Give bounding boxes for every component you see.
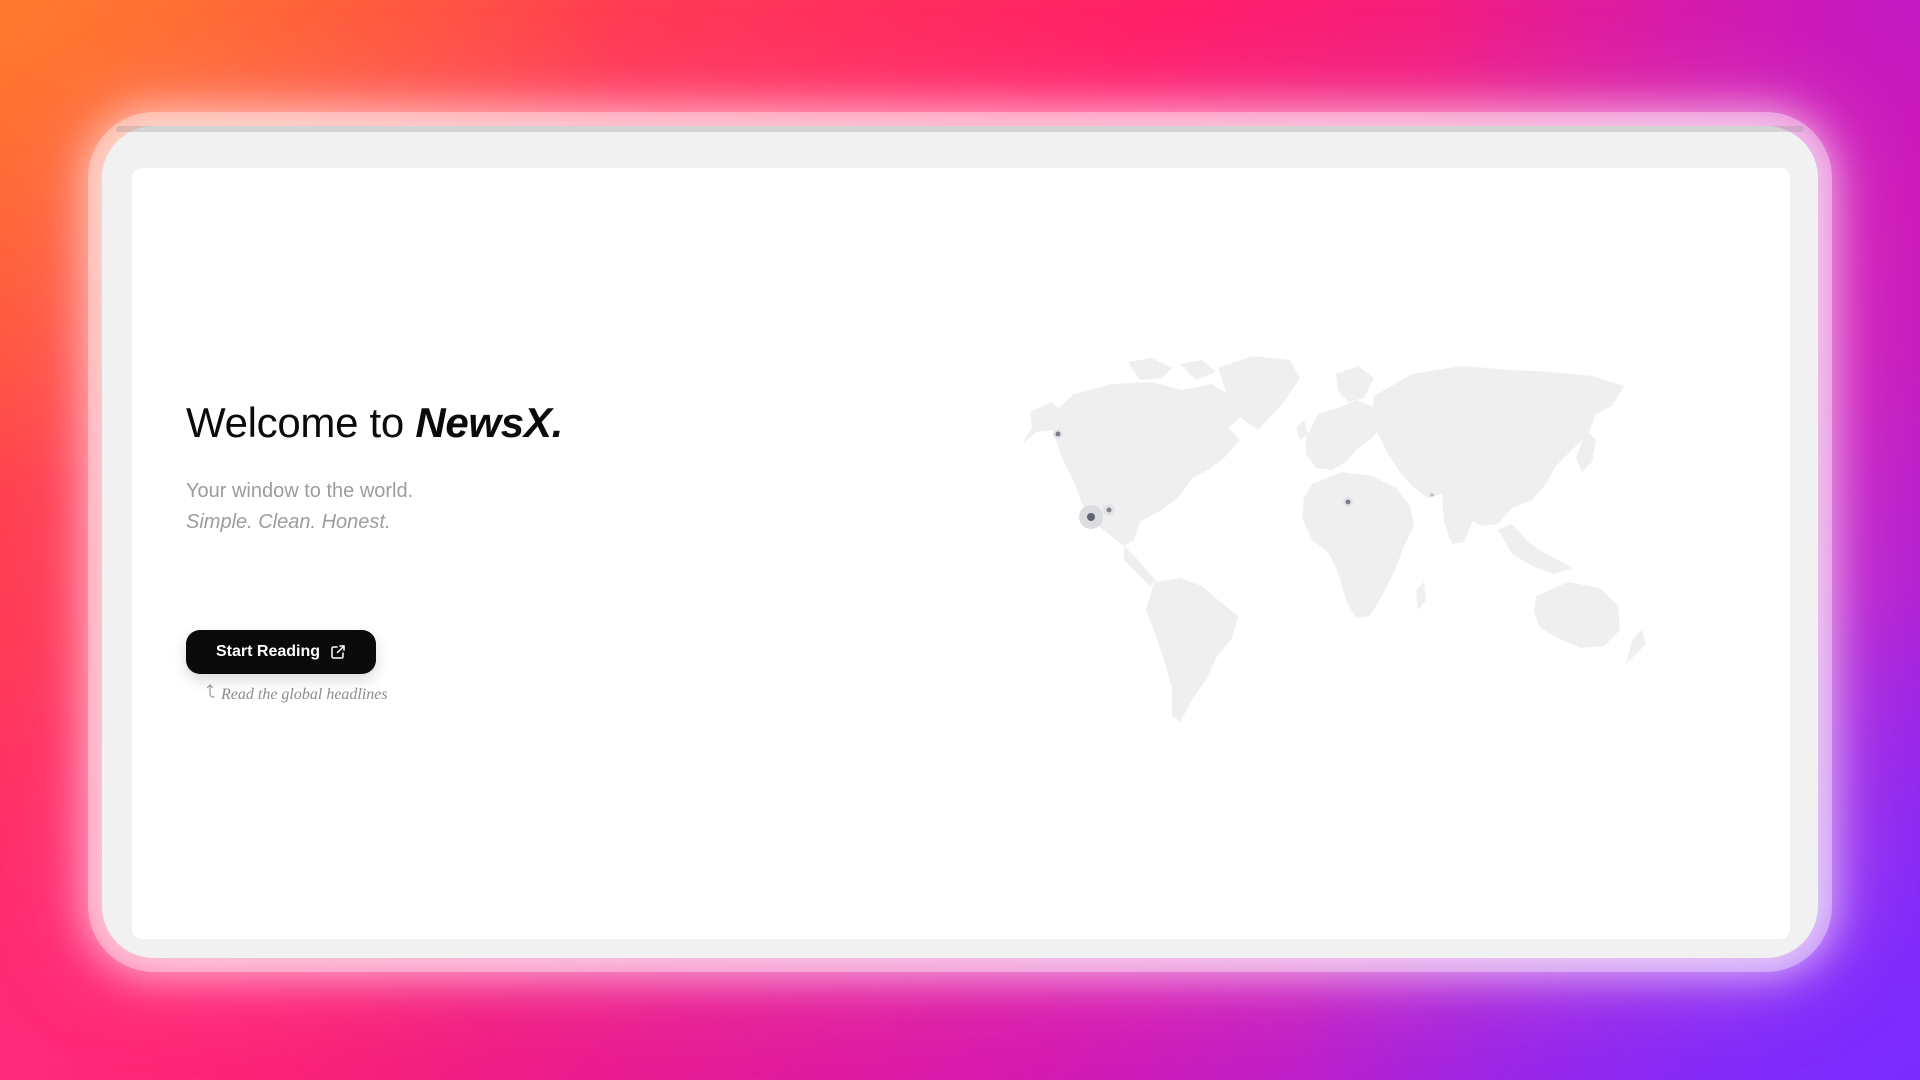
map-australia bbox=[1534, 582, 1620, 648]
map-marker bbox=[1106, 507, 1112, 513]
map-uk bbox=[1296, 420, 1308, 440]
map-new-zealand bbox=[1626, 630, 1646, 664]
map-africa bbox=[1302, 472, 1414, 618]
map-southeast-asia bbox=[1498, 524, 1572, 574]
map-europe bbox=[1306, 400, 1384, 470]
page-title: Welcome to NewsX. bbox=[186, 399, 563, 446]
map-scandinavia bbox=[1336, 366, 1374, 402]
start-reading-button[interactable]: Start Reading bbox=[186, 630, 377, 674]
map-south-america bbox=[1146, 578, 1238, 722]
map-marker bbox=[1087, 513, 1095, 521]
map-marker bbox=[1055, 431, 1061, 437]
map-canada-arctic bbox=[1128, 358, 1216, 380]
landing-screen: Welcome to NewsX. Your window to the wor… bbox=[132, 168, 1790, 939]
map-madagascar bbox=[1416, 582, 1426, 610]
map-central-america bbox=[1124, 546, 1156, 586]
hero-section: Welcome to NewsX. Your window to the wor… bbox=[186, 399, 563, 538]
cta-hint: Read the global headlines bbox=[206, 684, 388, 704]
brand-name: NewsX. bbox=[415, 399, 563, 446]
tagline-line-1: Your window to the world. bbox=[186, 480, 414, 503]
tagline-line-2: Simple. Clean. Honest. bbox=[186, 511, 391, 534]
map-marker bbox=[1345, 499, 1351, 505]
start-reading-label: Start Reading bbox=[216, 643, 321, 660]
tagline: Your window to the world. Simple. Clean.… bbox=[186, 476, 563, 538]
arrow-up-icon bbox=[206, 684, 215, 698]
world-map bbox=[1022, 356, 1646, 722]
cta-hint-text: Read the global headlines bbox=[221, 686, 388, 703]
map-marker bbox=[1430, 493, 1434, 497]
title-prefix: Welcome to bbox=[186, 399, 416, 446]
external-link-icon bbox=[330, 644, 346, 660]
